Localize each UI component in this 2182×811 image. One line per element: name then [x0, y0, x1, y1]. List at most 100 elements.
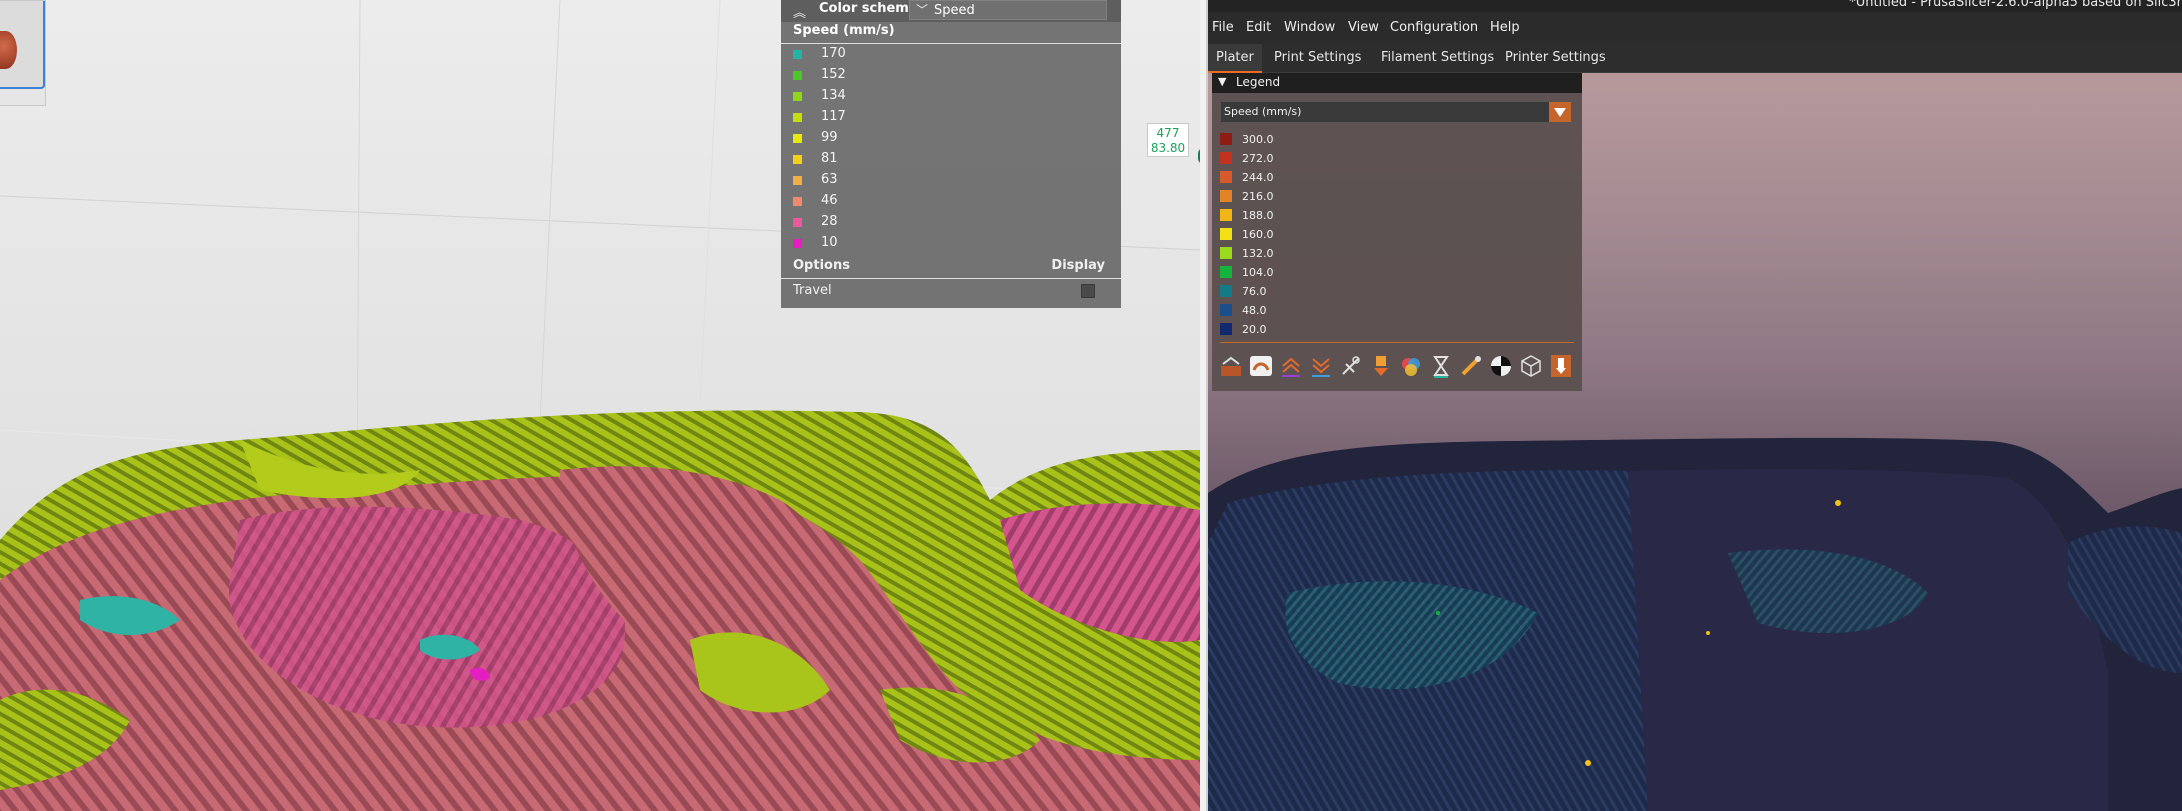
- legend-header[interactable]: ▼ Legend: [1212, 73, 1582, 93]
- color-swatch: [793, 92, 802, 101]
- legend-item-label: 188.0: [1242, 209, 1274, 222]
- color-swatch: [1220, 266, 1232, 278]
- center-of-gravity-icon[interactable]: [1488, 352, 1514, 380]
- color-swatch: [1220, 209, 1232, 221]
- legend-item: 48.0: [1220, 301, 1420, 320]
- menu-file[interactable]: File: [1212, 20, 1234, 35]
- seams-icon[interactable]: [1338, 352, 1364, 380]
- retractions-icon[interactable]: [1278, 352, 1304, 380]
- travel-option-label: Travel: [793, 283, 832, 298]
- legend-item: 76.0: [1220, 282, 1420, 301]
- legend-item-label: 76.0: [1242, 285, 1267, 298]
- speed-legend-item: 10: [793, 235, 993, 253]
- color-swatch: [793, 197, 802, 206]
- travel-icon[interactable]: [1218, 352, 1244, 380]
- color-swatch: [793, 134, 802, 143]
- color-swatch: [793, 155, 802, 164]
- layer-number: 477: [1156, 126, 1180, 140]
- tab-print-settings[interactable]: Print Settings: [1266, 44, 1369, 73]
- chevron-up-icon[interactable]: ︽: [793, 2, 806, 21]
- tab-printer-settings[interactable]: Printer Settings: [1497, 44, 1614, 73]
- tab-filament-settings[interactable]: Filament Settings: [1373, 44, 1502, 73]
- object-thumbnail[interactable]: [0, 0, 46, 106]
- thumbnail-model-icon: [0, 31, 17, 69]
- tool-marker-icon[interactable]: [1548, 352, 1574, 380]
- speed-legend-label: 81: [821, 151, 838, 166]
- title-bar: *Untitled - PrusaSlicer-2.6.0-alpha5 bas…: [1208, 0, 2182, 12]
- screen: ︽ Color scheme ﹀ Speed Speed (mm/s) 170 …: [0, 0, 2182, 811]
- color-swatch: [1220, 133, 1232, 145]
- color-scheme-legend: ︽ Color scheme ﹀ Speed Speed (mm/s) 170 …: [781, 0, 1121, 308]
- menu-view[interactable]: View: [1348, 20, 1379, 35]
- color-scheme-selected-value: Speed: [934, 3, 975, 18]
- speed-legend-label: 10: [821, 235, 838, 250]
- menu-edit[interactable]: Edit: [1246, 20, 1271, 35]
- layer-height: 83.80: [1150, 141, 1186, 155]
- color-swatch: [1220, 285, 1232, 297]
- menu-window[interactable]: Window: [1284, 20, 1335, 35]
- color-changes-icon[interactable]: [1398, 352, 1424, 380]
- color-swatch: [793, 50, 802, 59]
- split-divider: [1200, 0, 1208, 811]
- speed-legend-item: 81: [793, 151, 993, 169]
- speed-legend-item: 28: [793, 214, 993, 232]
- legend-item: 104.0: [1220, 263, 1420, 282]
- layer-slider-label: 477 83.80: [1147, 123, 1189, 157]
- divider: [781, 278, 1121, 279]
- legend-item: 244.0: [1220, 168, 1420, 187]
- color-swatch: [1220, 323, 1232, 335]
- speed-legend-label: 134: [821, 88, 846, 103]
- color-swatch: [1220, 190, 1232, 202]
- color-swatch: [793, 113, 802, 122]
- speed-legend-label: 46: [821, 193, 838, 208]
- divider: [781, 43, 1121, 44]
- legend-item-label: 216.0: [1242, 190, 1274, 203]
- speed-legend-item: 46: [793, 193, 993, 211]
- legend-item-label: 104.0: [1242, 266, 1274, 279]
- color-swatch: [1220, 304, 1232, 316]
- travel-display-checkbox[interactable]: [1081, 284, 1095, 298]
- display-header: Display: [1051, 258, 1105, 273]
- legend-panel: ▼ Legend Speed (mm/s) 300.0 272.0 244.0 …: [1212, 73, 1582, 391]
- color-swatch: [793, 71, 802, 80]
- prusaslicer-window: *Untitled - PrusaSlicer-2.6.0-alpha5 bas…: [1208, 0, 2182, 811]
- tool-changes-icon[interactable]: [1368, 352, 1394, 380]
- speed-legend-label: 117: [821, 109, 846, 124]
- speed-legend-item: 152: [793, 67, 993, 85]
- legend-item-label: 244.0: [1242, 171, 1274, 184]
- left-preview-viewport[interactable]: ︽ Color scheme ﹀ Speed Speed (mm/s) 170 …: [0, 0, 1200, 811]
- speed-legend-label: 152: [821, 67, 846, 82]
- legend-item: 188.0: [1220, 206, 1420, 225]
- legend-item: 216.0: [1220, 187, 1420, 206]
- speed-legend-item: 117: [793, 109, 993, 127]
- speed-legend-label: 28: [821, 214, 838, 229]
- chevron-down-icon: ﹀: [916, 3, 929, 17]
- speed-legend-item: 170: [793, 46, 993, 64]
- menu-configuration[interactable]: Configuration: [1390, 20, 1478, 35]
- tab-bar: Plater Print Settings Filament Settings …: [1208, 44, 2182, 73]
- legend-item: 132.0: [1220, 244, 1420, 263]
- legend-title: Legend: [1236, 75, 1281, 89]
- dropdown-arrow-icon[interactable]: [1549, 102, 1571, 122]
- custom-gcode-icon[interactable]: [1458, 352, 1484, 380]
- shells-icon[interactable]: [1518, 352, 1544, 380]
- menu-help[interactable]: Help: [1490, 20, 1520, 35]
- legend-combo-value: Speed (mm/s): [1224, 105, 1302, 118]
- color-swatch: [793, 239, 802, 248]
- wipe-icon[interactable]: [1248, 352, 1274, 380]
- options-header: Options: [793, 258, 850, 273]
- legend-view-type-combo[interactable]: Speed (mm/s): [1220, 101, 1572, 123]
- legend-option-toolbar: [1218, 352, 1578, 382]
- tab-plater[interactable]: Plater: [1208, 44, 1262, 73]
- color-scheme-header[interactable]: ︽ Color scheme ﹀ Speed: [781, 0, 1121, 22]
- pause-icon[interactable]: [1428, 352, 1454, 380]
- deretractions-icon[interactable]: [1308, 352, 1334, 380]
- speed-legend-item: 99: [793, 130, 993, 148]
- color-scheme-select[interactable]: ﹀ Speed: [909, 0, 1107, 20]
- legend-item: 300.0: [1220, 130, 1420, 149]
- right-preview-viewport[interactable]: ▼ Legend Speed (mm/s) 300.0 272.0 244.0 …: [1208, 73, 2182, 811]
- speed-legend-label: 63: [821, 172, 838, 187]
- collapse-triangle-icon[interactable]: ▼: [1218, 75, 1226, 88]
- legend-item-label: 48.0: [1242, 304, 1267, 317]
- speed-legend-label: 99: [821, 130, 838, 145]
